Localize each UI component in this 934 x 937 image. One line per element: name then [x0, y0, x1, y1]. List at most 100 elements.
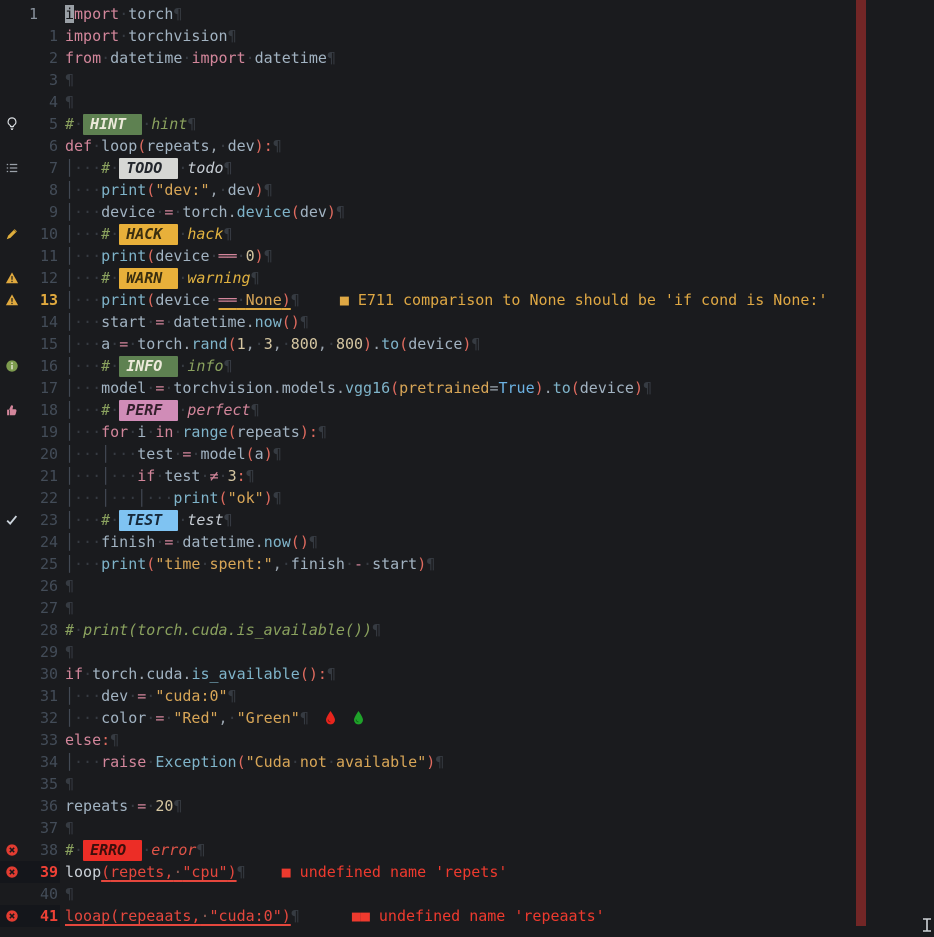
code-token: ): [228, 863, 237, 881]
code-line[interactable]: 8│···print("dev:",·dev)¶: [0, 179, 934, 201]
code-line[interactable]: 22│···│···│···print("ok")¶: [0, 487, 934, 509]
line-text[interactable]: │···a·=·torch.rand(1,·3,·800,·800).to(de…: [65, 333, 480, 355]
line-text[interactable]: │···│···│···print("ok")¶: [65, 487, 282, 509]
code-line[interactable]: 15│···a·=·torch.rand(1,·3,·800,·800).to(…: [0, 333, 934, 355]
line-text[interactable]: │···print("time·spent:",·finish·-·start)…: [65, 553, 435, 575]
code-line[interactable]: 14│···start·=·datetime.now()¶: [0, 311, 934, 333]
code-line[interactable]: 23│···#·TEST ·test¶: [0, 509, 934, 531]
line-text[interactable]: def·loop(repeats,·dev):¶: [65, 135, 282, 157]
code-token: ¶: [264, 181, 273, 199]
line-text[interactable]: import·torch¶: [65, 3, 182, 25]
line-text[interactable]: from·datetime·import·datetime¶: [65, 47, 336, 69]
line-text[interactable]: │···start·=·datetime.now()¶: [65, 311, 309, 333]
code-line[interactable]: 31│···dev·=·"cuda:0"¶: [0, 685, 934, 707]
line-text[interactable]: │···for·i·in·range(repeats):¶: [65, 421, 327, 443]
line-text[interactable]: │···finish·=·datetime.now()¶: [65, 531, 318, 553]
code-token: #: [101, 401, 110, 419]
code-token: torch: [137, 335, 182, 353]
code-line[interactable]: 3¶: [0, 69, 934, 91]
code-line[interactable]: 6def·loop(repeats,·dev):¶: [0, 135, 934, 157]
code-line[interactable]: 1import·torch¶: [0, 3, 934, 25]
code-line[interactable]: 34│···raise·Exception("Cuda·not·availabl…: [0, 751, 934, 773]
code-token: ···: [74, 445, 101, 463]
line-text[interactable]: │···#·INFO ·info¶: [65, 355, 233, 377]
line-text[interactable]: │···│···if·test·≠·3:¶: [65, 465, 255, 487]
code-line[interactable]: 37¶: [0, 817, 934, 839]
line-text[interactable]: loop(repets,·"cpu")¶■ undefined name 're…: [65, 861, 507, 883]
droplet-green-icon: [352, 709, 365, 731]
code-line[interactable]: 41looap(repeaats,·"cuda:0")¶■■ undefined…: [0, 905, 934, 927]
code-line[interactable]: 11│···print(device·══·0)¶: [0, 245, 934, 267]
line-text[interactable]: import·torchvision¶: [65, 25, 237, 47]
line-text[interactable]: #·print(torch.cuda.is_available())¶: [65, 619, 381, 641]
line-text[interactable]: │···model·=·torchvision.models.vgg16(pre…: [65, 377, 652, 399]
line-text[interactable]: if·torch.cuda.is_available():¶: [65, 663, 336, 685]
code-line[interactable]: 19│···for·i·in·range(repeats):¶: [0, 421, 934, 443]
line-text[interactable]: ¶: [65, 91, 74, 113]
code-line[interactable]: 38#·ERRO ·error¶: [0, 839, 934, 861]
code-line[interactable]: 7│···#·TODO ·todo¶: [0, 157, 934, 179]
code-line[interactable]: 29¶: [0, 641, 934, 663]
code-line[interactable]: 40¶: [0, 883, 934, 905]
code-line[interactable]: 17│···model·=·torchvision.models.vgg16(p…: [0, 377, 934, 399]
code-line[interactable]: 21│···│···if·test·≠·3:¶: [0, 465, 934, 487]
code-line[interactable]: 25│···print("time·spent:",·finish·-·star…: [0, 553, 934, 575]
line-text[interactable]: │···color·=·"Red",·"Green"¶: [65, 707, 365, 729]
code-line[interactable]: 35¶: [0, 773, 934, 795]
line-text[interactable]: │···#·TEST ·test¶: [65, 509, 233, 531]
code-line[interactable]: 33else:¶: [0, 729, 934, 751]
line-text[interactable]: │···device·=·torch.device(dev)¶: [65, 201, 345, 223]
line-text[interactable]: │···print(device·══·None)¶■ E711 compari…: [65, 289, 827, 311]
line-text[interactable]: ¶: [65, 773, 74, 795]
code-line[interactable]: 39loop(repets,·"cpu")¶■ undefined name '…: [0, 861, 934, 883]
code-line[interactable]: 30if·torch.cuda.is_available():¶: [0, 663, 934, 685]
code-token: raise: [101, 753, 146, 771]
code-line[interactable]: 2from·datetime·import·datetime¶: [0, 47, 934, 69]
code-line[interactable]: 12│···#·WARN ·warning¶: [0, 267, 934, 289]
code-line[interactable]: 27¶: [0, 597, 934, 619]
line-text[interactable]: │···#·TODO ·todo¶: [65, 157, 233, 179]
sign-column: [0, 773, 24, 795]
code-line[interactable]: 13│···print(device·══·None)¶■ E711 compa…: [0, 289, 934, 311]
line-text[interactable]: #·ERRO ·error¶: [65, 839, 205, 861]
code-line[interactable]: 18│···#·PERF ·perfect¶: [0, 399, 934, 421]
line-text[interactable]: │···raise·Exception("Cuda·not·available"…: [65, 751, 444, 773]
code-line[interactable]: 36repeats·=·20¶: [0, 795, 934, 817]
code-line[interactable]: 5#·HINT ·hint¶: [0, 113, 934, 135]
line-text[interactable]: │···print(device·══·0)¶: [65, 245, 273, 267]
line-number: 35: [24, 773, 60, 795]
line-text[interactable]: repeats·=·20¶: [65, 795, 182, 817]
code-line[interactable]: 9│···device·=·torch.device(dev)¶: [0, 201, 934, 223]
line-text[interactable]: looap(repeaats,·"cuda:0")¶■■ undefined n…: [65, 905, 605, 927]
code-line[interactable]: 4¶: [0, 91, 934, 113]
line-text[interactable]: │···#·HACK ·hack¶: [65, 223, 233, 245]
line-text[interactable]: │···│···test·=·model(a)¶: [65, 443, 282, 465]
code-token: (: [291, 533, 300, 551]
line-text[interactable]: else:¶: [65, 729, 119, 751]
code-line[interactable]: 28#·print(torch.cuda.is_available())¶: [0, 619, 934, 641]
code-line[interactable]: 16│···#·INFO ·info¶: [0, 355, 934, 377]
line-text[interactable]: ¶: [65, 597, 74, 619]
code-line[interactable]: 20│···│···test·=·model(a)¶: [0, 443, 934, 465]
line-text[interactable]: ¶: [65, 575, 74, 597]
editor-container[interactable]: 1import·torch¶1import·torchvision¶2from·…: [0, 3, 934, 927]
code-token: ·: [119, 5, 128, 23]
line-text[interactable]: ¶: [65, 641, 74, 663]
code-token: ·: [142, 841, 151, 859]
code-line[interactable]: 10│···#·HACK ·hack¶: [0, 223, 934, 245]
line-text[interactable]: │···print("dev:",·dev)¶: [65, 179, 273, 201]
line-number: 5: [24, 113, 60, 135]
line-text[interactable]: ¶: [65, 69, 74, 91]
code-token: ¶: [372, 621, 381, 639]
code-line[interactable]: 26¶: [0, 575, 934, 597]
code-line[interactable]: 32│···color·=·"Red",·"Green"¶: [0, 707, 934, 729]
line-text[interactable]: │···#·WARN ·warning¶: [65, 267, 260, 289]
code-line[interactable]: 1import·torchvision¶: [0, 25, 934, 47]
line-text[interactable]: #·HINT ·hint¶: [65, 113, 196, 135]
line-text[interactable]: ¶: [65, 883, 74, 905]
todo-list-icon: [0, 157, 24, 179]
line-text[interactable]: ¶: [65, 817, 74, 839]
code-line[interactable]: 24│···finish·=·datetime.now()¶: [0, 531, 934, 553]
line-text[interactable]: │···#·PERF ·perfect¶: [65, 399, 260, 421]
line-text[interactable]: │···dev·=·"cuda:0"¶: [65, 685, 237, 707]
